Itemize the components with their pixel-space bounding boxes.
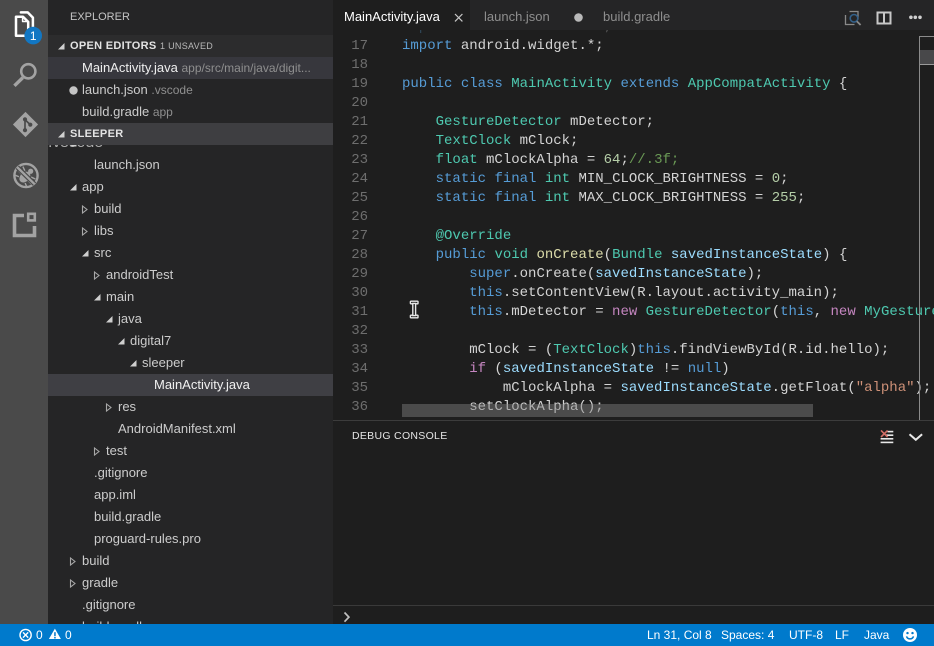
svg-text:1: 1 bbox=[30, 29, 37, 43]
